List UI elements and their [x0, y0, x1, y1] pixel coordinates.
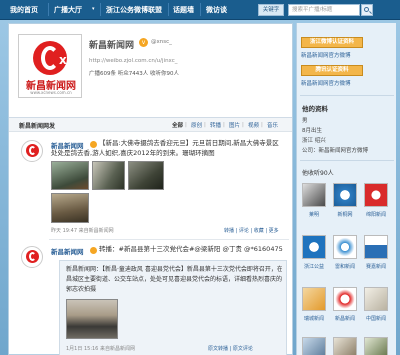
followed-account-avatar[interactable] — [302, 183, 326, 207]
search-input[interactable]: 搜索平广播/标题 — [288, 4, 360, 16]
quoted-actions[interactable]: 原文转播 | 原文评论 — [208, 345, 253, 352]
divider — [300, 95, 394, 96]
tab-images[interactable]: 图片 — [229, 121, 240, 129]
followed-account-name[interactable]: 瑞城新闻 — [299, 315, 329, 322]
nav-divider — [200, 3, 201, 16]
nav-zhejiang-alliance[interactable]: 浙江公务微博联盟 — [106, 5, 162, 15]
profile-name: 新昌新闻网 — [89, 41, 135, 51]
profile-stats[interactable]: 广播609条 听众7443人 收听你90人 — [89, 69, 179, 77]
post-photo-thumbnail[interactable] — [128, 161, 164, 190]
quoted-post: 新昌新闻网：【新昌·童迪政风 喜迎县党代会】新昌县第十三次党代会即将召开，在新 … — [59, 260, 287, 355]
post-text: 【新昌:大佛寺摄鸽去香迎元旦】元旦前日期间,新昌大佛寺景区 — [99, 139, 279, 147]
quoted-photo-thumbnail[interactable] — [66, 299, 118, 339]
followed-account-name[interactable]: 新昌新闻 — [330, 315, 360, 322]
followed-account-avatar[interactable] — [333, 235, 357, 259]
verified-badge-icon — [90, 141, 97, 148]
info-gender: 男 — [302, 118, 308, 124]
tab-divider: | — [223, 122, 225, 128]
nav-topic-wall[interactable]: 话题墙 — [173, 5, 194, 15]
tab-music[interactable]: 音乐 — [267, 121, 278, 129]
verified-badge-icon: v — [139, 38, 148, 47]
tab-all[interactable]: 全部 — [172, 121, 183, 129]
profile-avatar[interactable]: x 新昌新闻网 www.xcnews.com.cn — [18, 34, 82, 98]
nav-broadcast-hall[interactable]: 广播大厅 — [54, 5, 82, 15]
followed-account-avatar[interactable] — [333, 337, 357, 355]
info-company: 公司：新昌新闻网官方微博 — [302, 148, 369, 154]
followed-account-avatar[interactable] — [333, 183, 357, 207]
quoted-timestamp: 1月1日 15:16 来自新昌新闻网 — [66, 346, 135, 352]
feed-filter-bar: 新昌新闻网发 全部 | 原创 | 转播 | 图片 | 视频 | 音乐 — [9, 118, 292, 132]
following-title[interactable]: 他收听90人 — [302, 168, 334, 177]
tab-divider: | — [185, 122, 187, 128]
followed-account-avatar[interactable] — [364, 287, 388, 311]
search-icon[interactable] — [361, 4, 373, 16]
profile-url[interactable]: http://weibo.zjol.com.cn/u/jinxc_ — [89, 58, 178, 64]
quoted-text: 昌城区主要街道、公交车站点，处处可见喜迎县党代会的标语，详细看热烈喜庆的氛围。 — [66, 276, 282, 283]
tab-videos[interactable]: 视频 — [248, 121, 259, 129]
nav-divider — [100, 3, 101, 16]
quoted-text: 郭志农拍摄 — [66, 286, 97, 293]
page: 我的首页 广播大厅 ▾ 浙江公务微博联盟 话题墙 微访谈 关键字 搜索平广播/标… — [0, 0, 400, 355]
followed-account-name[interactable]: 中国新闻 — [361, 315, 391, 322]
post-actions[interactable]: 转播 | 评论 | 收藏 | 更多 — [224, 227, 279, 234]
info-title: 他的资料 — [302, 105, 328, 113]
followed-account-avatar[interactable] — [364, 183, 388, 207]
followed-account-name[interactable]: 赛嘉新闻 — [361, 263, 391, 270]
post-photo-thumbnail[interactable] — [51, 161, 89, 190]
followed-account-name[interactable]: 莱明 — [299, 211, 329, 218]
followed-account-name[interactable]: 浙江公益 — [299, 263, 329, 270]
divider — [300, 160, 394, 161]
right-sidebar: 浙江微博认证资料 新昌新闻网官方微博 腾讯认证资料 新昌新闻网官方微博 他的资料… — [296, 23, 396, 355]
followed-account-name[interactable]: 新桐网 — [330, 211, 360, 218]
post-photo-thumbnail[interactable] — [51, 193, 89, 223]
verify-link[interactable]: 新昌新闻网官方微博 — [301, 51, 351, 59]
quoted-text: 新昌新闻网：【新昌·童迪政风 喜迎县党代会】新昌县第十三次党代会即将召开，在新 — [66, 266, 282, 273]
followed-account-name[interactable]: 雷和新闻 — [330, 263, 360, 270]
followed-account-name[interactable]: 绵阳新闻 — [361, 211, 391, 218]
divider — [49, 239, 289, 240]
profile-handle: @xnsc_ — [151, 39, 172, 45]
followed-account-avatar[interactable] — [302, 287, 326, 311]
followed-account-avatar[interactable] — [364, 235, 388, 259]
zhejiang-verify-button[interactable]: 浙江微博认证资料 — [301, 37, 363, 48]
followed-account-avatar[interactable] — [302, 337, 326, 355]
post-text: 处处是鸽去香,游人如织,喜庆2012年的到来。珊瑚环摘图 — [51, 149, 215, 157]
followed-account-avatar[interactable] — [364, 337, 388, 355]
keyword-dropdown[interactable]: 关键字 — [258, 4, 284, 16]
nav-divider — [168, 3, 169, 16]
tab-divider: | — [261, 122, 263, 128]
post-author[interactable]: 新昌新闻网 — [51, 246, 84, 256]
tencent-verify-button[interactable]: 腾讯认证资料 — [301, 65, 363, 76]
post-text: 转播：#新昌县第十三次党代会#@梁新阳 @丁贵 @*6160475 — [99, 245, 283, 253]
nav-home[interactable]: 我的首页 — [10, 5, 38, 15]
tab-divider: | — [242, 122, 244, 128]
logo-url: www.xcnews.com.cn — [30, 90, 72, 95]
logo-icon: x — [33, 41, 67, 75]
tab-divider: | — [204, 122, 206, 128]
feed-title: 新昌新闻网发 — [19, 123, 56, 130]
info-location: 浙江 绍兴 — [302, 138, 326, 144]
top-navigation-bar: 我的首页 广播大厅 ▾ 浙江公务微博联盟 话题墙 微访谈 关键字 搜索平广播/标… — [0, 0, 400, 20]
nav-divider — [48, 3, 49, 16]
post-timestamp: 昨天 19:47 来自新昌新闻网 — [51, 228, 114, 234]
followed-account-avatar[interactable] — [302, 235, 326, 259]
post-avatar[interactable] — [21, 246, 43, 268]
tab-original[interactable]: 原创 — [191, 121, 202, 129]
post-avatar[interactable] — [21, 140, 43, 162]
chevron-down-icon[interactable]: ▾ — [92, 6, 95, 12]
followed-account-avatar[interactable] — [333, 287, 357, 311]
main-panel: x 新昌新闻网 www.xcnews.com.cn 新昌新闻网 v @xnsc_… — [8, 23, 293, 355]
tab-rebroadcast[interactable]: 转播 — [210, 121, 221, 129]
verified-badge-icon — [90, 247, 97, 254]
post-photo-thumbnail[interactable] — [92, 161, 125, 190]
nav-micro-interview[interactable]: 微访谈 — [206, 5, 227, 15]
verify-link[interactable]: 新昌新闻网官方微博 — [301, 79, 351, 87]
info-birthday: 8月出生 — [302, 128, 322, 134]
